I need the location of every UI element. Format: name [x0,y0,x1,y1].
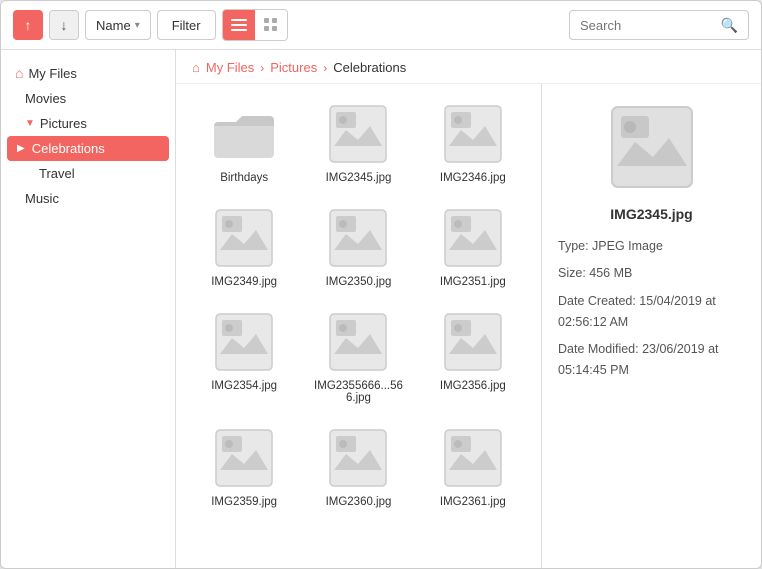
image-icon-img2345 [326,102,390,166]
file-name-img2359: IMG2359.jpg [211,496,277,508]
file-item-img2350[interactable]: IMG2350.jpg [304,198,412,294]
sort-up-button[interactable]: ↑ [13,10,43,40]
search-box: 🔍 [569,10,749,40]
sidebar-item-myfiles[interactable]: ⌂ My Files [1,60,175,86]
sidebar-item-movies[interactable]: Movies [1,86,175,111]
body: ⌂ My Files Movies ▼ Pictures ▶ Celebrati… [1,50,761,568]
filter-button[interactable]: Filter [157,10,216,40]
folder-icon-birthdays [212,102,276,166]
preview-metadata: Type: JPEG Image Size: 456 MB Date Creat… [558,236,745,388]
breadcrumb-pictures[interactable]: Pictures [270,60,317,75]
file-name-img2349: IMG2349.jpg [211,276,277,288]
file-name-img2355666: IMG2355666...566.jpg [313,380,403,404]
breadcrumb-myfiles[interactable]: My Files [206,60,254,75]
sidebar: ⌂ My Files Movies ▼ Pictures ▶ Celebrati… [1,50,176,568]
preview-date-modified: Date Modified: 23/06/2019 at 05:14:45 PM [558,339,745,382]
preview-size: Size: 456 MB [558,263,745,284]
preview-date-created: Date Created: 15/04/2019 at 02:56:12 AM [558,291,745,334]
sidebar-item-travel[interactable]: Travel [1,161,175,186]
main-content: ⌂ My Files › Pictures › Celebrations [176,50,761,568]
name-dropdown-label: Name [96,18,131,33]
bullet-icon: ▶ [17,143,25,154]
search-icon: 🔍 [721,17,738,34]
breadcrumb-sep-2: › [323,61,327,75]
image-icon-img2360 [326,426,390,490]
grid-icon [264,18,278,32]
breadcrumb-sep-1: › [260,61,264,75]
file-item-img2361[interactable]: IMG2361.jpg [419,418,527,514]
sidebar-item-label: Celebrations [32,141,105,156]
image-icon-img2361 [441,426,505,490]
file-grid-container: Birthdays [176,84,541,568]
file-item-img2356[interactable]: IMG2356.jpg [419,302,527,410]
file-name-img2361: IMG2361.jpg [440,496,506,508]
file-item-img2355666[interactable]: IMG2355666...566.jpg [304,302,412,410]
preview-image-icon [607,102,697,192]
file-item-img2359[interactable]: IMG2359.jpg [190,418,298,514]
sidebar-item-label: Movies [25,91,66,106]
file-name-img2350: IMG2350.jpg [326,276,392,288]
file-name-img2351: IMG2351.jpg [440,276,506,288]
expand-icon: ▼ [25,118,35,129]
list-view-button[interactable] [223,10,255,40]
file-item-img2349[interactable]: IMG2349.jpg [190,198,298,294]
chevron-down-icon: ▾ [135,20,140,31]
file-name-img2360: IMG2360.jpg [326,496,392,508]
home-breadcrumb-icon: ⌂ [192,60,200,75]
sidebar-item-music[interactable]: Music [1,186,175,211]
image-icon-img2354 [212,310,276,374]
sidebar-item-celebrations[interactable]: ▶ Celebrations [7,136,169,161]
view-toggle [222,9,288,41]
preview-filename: IMG2345.jpg [610,206,692,222]
file-item-birthdays[interactable]: Birthdays [190,94,298,190]
image-icon-img2356 [441,310,505,374]
app-window: ↑ ↓ Name ▾ Filter [0,0,762,569]
file-name-img2346: IMG2346.jpg [440,172,506,184]
file-name-birthdays: Birthdays [220,172,268,184]
sidebar-item-label: Pictures [40,116,87,131]
preview-panel: IMG2345.jpg Type: JPEG Image Size: 456 M… [541,84,761,568]
toolbar: ↑ ↓ Name ▾ Filter [1,1,761,50]
image-icon-img2349 [212,206,276,270]
name-dropdown[interactable]: Name ▾ [85,10,151,40]
image-icon-img2350 [326,206,390,270]
file-item-img2360[interactable]: IMG2360.jpg [304,418,412,514]
file-name-img2345: IMG2345.jpg [326,172,392,184]
file-item-img2345[interactable]: IMG2345.jpg [304,94,412,190]
search-input[interactable] [580,18,715,33]
file-name-img2356: IMG2356.jpg [440,380,506,392]
grid-view-button[interactable] [255,10,287,40]
home-icon: ⌂ [15,65,23,81]
list-icon [231,18,247,32]
file-item-img2346[interactable]: IMG2346.jpg [419,94,527,190]
breadcrumb: ⌂ My Files › Pictures › Celebrations [176,50,761,84]
file-grid: Birthdays [190,94,527,514]
sidebar-item-pictures[interactable]: ▼ Pictures [1,111,175,136]
image-icon-img2346 [441,102,505,166]
image-icon-img2359 [212,426,276,490]
preview-type: Type: JPEG Image [558,236,745,257]
image-icon-img2351 [441,206,505,270]
file-item-img2354[interactable]: IMG2354.jpg [190,302,298,410]
sort-down-button[interactable]: ↓ [49,10,79,40]
file-item-img2351[interactable]: IMG2351.jpg [419,198,527,294]
image-icon-img2355666 [326,310,390,374]
sidebar-root-label: My Files [28,66,76,81]
breadcrumb-current: Celebrations [333,60,406,75]
file-name-img2354: IMG2354.jpg [211,380,277,392]
sidebar-item-label: Music [25,191,59,206]
sidebar-item-label: Travel [39,166,75,181]
